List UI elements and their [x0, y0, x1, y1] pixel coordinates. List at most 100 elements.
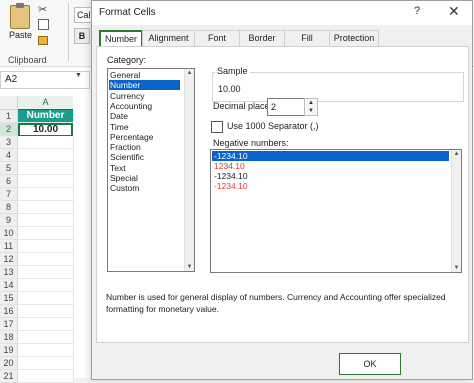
row-header[interactable]: 1 [0, 110, 18, 123]
column-header-a[interactable]: A [18, 96, 73, 111]
cell[interactable] [18, 188, 74, 201]
select-all-corner[interactable] [0, 96, 18, 110]
row-header[interactable]: 12 [0, 253, 18, 266]
format-description: Number is used for general display of nu… [106, 292, 446, 314]
cell[interactable] [18, 279, 74, 292]
cell[interactable] [18, 305, 74, 318]
format-painter-icon[interactable] [38, 36, 48, 45]
cell[interactable] [18, 214, 74, 227]
copy-icon[interactable] [38, 19, 49, 30]
negative-numbers-list[interactable]: -1234.10 1234.10 -1234.10 -1234.10 ▲ ▼ [210, 149, 462, 273]
cell[interactable] [18, 149, 74, 162]
row-header[interactable]: 4 [0, 149, 18, 162]
tab-border[interactable]: Border [239, 30, 285, 46]
cell[interactable] [18, 357, 74, 370]
tab-fill[interactable]: Fill [284, 30, 330, 46]
paste-label[interactable]: Paste [9, 30, 32, 40]
sample-label: Sample [215, 66, 250, 76]
row-header[interactable]: 8 [0, 201, 18, 214]
cut-icon[interactable]: ✂ [38, 3, 47, 16]
cell[interactable] [18, 318, 74, 331]
cell[interactable] [18, 292, 74, 305]
scroll-down-icon[interactable]: ▼ [453, 265, 460, 271]
scroll-down-icon[interactable]: ▼ [186, 264, 193, 270]
scroll-up-icon[interactable]: ▲ [453, 151, 460, 157]
format-cells-dialog: Format Cells ? ✕ Number Alignment Font B… [91, 0, 473, 380]
row-header[interactable]: 18 [0, 331, 18, 344]
category-item-text[interactable]: Text [109, 163, 180, 173]
category-item-custom[interactable]: Custom [109, 183, 180, 193]
tab-alignment[interactable]: Alignment [142, 30, 195, 46]
cell[interactable] [18, 227, 74, 240]
ok-button[interactable]: OK [339, 353, 401, 375]
row-header[interactable]: 5 [0, 162, 18, 175]
category-item-date[interactable]: Date [109, 111, 180, 121]
row-header[interactable]: 11 [0, 240, 18, 253]
row-header[interactable]: 19 [0, 344, 18, 357]
separator-checkbox[interactable] [211, 121, 223, 133]
negative-number-option[interactable]: -1234.10 [212, 181, 449, 191]
cell[interactable] [18, 175, 74, 188]
dialog-title: Format Cells [99, 7, 156, 18]
row-header[interactable]: 3 [0, 136, 18, 149]
ribbon-divider [68, 3, 69, 61]
row-header[interactable]: 7 [0, 188, 18, 201]
cell[interactable] [18, 253, 74, 266]
category-item-special[interactable]: Special [109, 173, 180, 183]
category-item-number[interactable]: Number [108, 79, 181, 92]
category-list[interactable]: General Number Currency Accounting Date Time P… [107, 68, 195, 272]
separator-label[interactable]: Use 1000 Separator (,) [227, 121, 319, 131]
chevron-down-icon[interactable]: ▼ [75, 72, 82, 79]
category-item-scientific[interactable]: Scientific [109, 152, 180, 162]
scroll-up-icon[interactable]: ▲ [186, 70, 193, 76]
cell[interactable] [18, 370, 74, 383]
negative-number-option[interactable]: -1234.10 [212, 151, 449, 161]
cell[interactable] [18, 201, 74, 214]
cell[interactable] [18, 266, 74, 279]
category-item-currency[interactable]: Currency [109, 91, 180, 101]
row-header[interactable]: 6 [0, 175, 18, 188]
category-label: Category: [107, 55, 147, 65]
sample-group [212, 72, 464, 102]
clipboard-group-label: Clipboard [8, 55, 47, 65]
row-header[interactable]: 10 [0, 227, 18, 240]
category-item-fraction[interactable]: Fraction [109, 142, 180, 152]
negative-number-option[interactable]: 1234.10 [212, 161, 449, 171]
cell[interactable] [18, 240, 74, 253]
cell[interactable] [18, 331, 74, 344]
row-header[interactable]: 13 [0, 266, 18, 279]
negative-list-scrollbar[interactable]: ▲ ▼ [451, 150, 461, 272]
category-item-general[interactable]: General [109, 70, 180, 80]
bold-button[interactable]: B [74, 28, 90, 44]
close-icon[interactable]: ✕ [448, 3, 460, 20]
row-header[interactable]: 20 [0, 357, 18, 370]
category-item-accounting[interactable]: Accounting [109, 101, 180, 111]
help-icon[interactable]: ? [414, 5, 420, 17]
row-header[interactable]: 16 [0, 305, 18, 318]
category-item-time[interactable]: Time [109, 122, 180, 132]
cell-a2[interactable]: 10.00 [18, 123, 73, 137]
negative-numbers-label: Negative numbers: [213, 138, 289, 148]
row-header[interactable]: 15 [0, 292, 18, 305]
row-header[interactable]: 14 [0, 279, 18, 292]
dialog-titlebar[interactable]: Format Cells ? ✕ [92, 1, 472, 25]
paste-icon[interactable] [10, 3, 30, 29]
spin-down-icon[interactable]: ▼ [305, 107, 317, 115]
sample-value: 10.00 [218, 84, 241, 94]
tab-font[interactable]: Font [194, 30, 240, 46]
row-header[interactable]: 21 [0, 370, 18, 383]
cell[interactable] [18, 136, 74, 149]
row-header[interactable]: 17 [0, 318, 18, 331]
decimal-places-stepper[interactable]: ▲ ▼ [304, 98, 318, 116]
category-item-percentage[interactable]: Percentage [109, 132, 180, 142]
cell[interactable] [18, 344, 74, 357]
cell[interactable] [18, 162, 74, 175]
decimal-places-input[interactable]: 2 [267, 98, 306, 116]
negative-number-option[interactable]: -1234.10 [212, 171, 449, 181]
spin-up-icon[interactable]: ▲ [305, 99, 317, 107]
category-scrollbar[interactable]: ▲ ▼ [184, 69, 194, 271]
tab-protection[interactable]: Protection [329, 30, 379, 46]
row-header[interactable]: 2 [0, 123, 18, 136]
row-header[interactable]: 9 [0, 214, 18, 227]
cell-a1[interactable]: Number [18, 110, 74, 123]
